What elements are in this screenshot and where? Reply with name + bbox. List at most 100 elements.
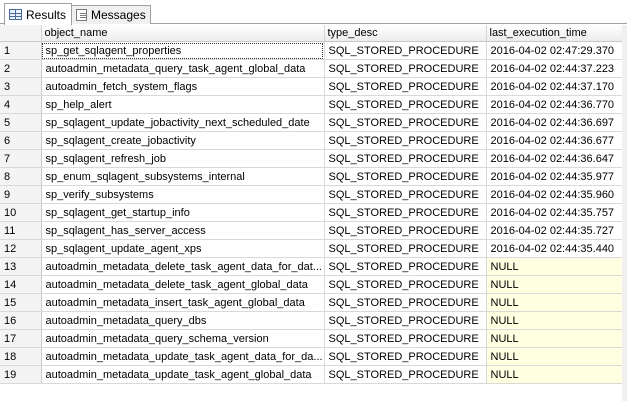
type-desc-cell[interactable]: SQL_STORED_PROCEDURE [324,257,487,276]
row-number-cell[interactable]: 16 [0,311,42,330]
row-number-cell[interactable]: 4 [0,95,42,114]
object-name-cell[interactable]: autoadmin_metadata_update_task_agent_glo… [41,365,325,384]
table-row[interactable]: 13 autoadmin_metadata_delete_task_agent_d… [0,257,623,276]
table-row[interactable]: 6 sp_sqlagent_create_jobactivity SQL_STORE… [0,131,623,150]
row-number-cell[interactable]: 9 [0,185,42,204]
table-row[interactable]: 1 sp_get_sqlagent_properties SQL_STORED_PR… [0,41,623,60]
type-desc-cell[interactable]: SQL_STORED_PROCEDURE [324,149,487,168]
last-execution-time-cell[interactable]: 2016-04-02 02:44:35.960 [486,185,623,204]
last-execution-time-cell[interactable]: 2016-04-02 02:44:36.647 [486,149,623,168]
type-desc-cell[interactable]: SQL_STORED_PROCEDURE [324,95,487,114]
table-row[interactable]: 9 sp_verify_subsystems SQL_STORED_PROCEDUR… [0,185,623,204]
object-name-cell[interactable]: autoadmin_metadata_query_schema_version [41,329,325,348]
last-execution-time-cell[interactable]: 2016-04-02 02:44:36.697 [486,113,623,132]
table-row[interactable]: 10 sp_sqlagent_get_startup_info SQL_STORED… [0,203,623,222]
type-desc-cell[interactable]: SQL_STORED_PROCEDURE [324,167,487,186]
results-grid[interactable]: object_name type_desc last_execution_tim… [0,25,627,401]
type-desc-cell[interactable]: SQL_STORED_PROCEDURE [324,131,487,150]
object-name-cell[interactable]: sp_sqlagent_create_jobactivity [41,131,325,150]
type-desc-cell[interactable]: SQL_STORED_PROCEDURE [324,203,487,222]
table-row[interactable]: 5 sp_sqlagent_update_jobactivity_next_sch… [0,113,623,132]
last-execution-time-cell[interactable]: 2016-04-02 02:44:35.727 [486,221,623,240]
type-desc-cell[interactable]: SQL_STORED_PROCEDURE [324,365,487,384]
table-row[interactable]: 14 autoadmin_metadata_delete_task_agent_g… [0,275,623,294]
object-name-cell[interactable]: sp_help_alert [41,95,325,114]
last-execution-time-cell[interactable]: 2016-04-02 02:44:36.677 [486,131,623,150]
object-name-cell[interactable]: sp_sqlagent_has_server_access [41,221,325,240]
row-number-cell[interactable]: 8 [0,167,42,186]
last-execution-time-cell[interactable]: NULL [486,365,623,384]
row-number-cell[interactable]: 3 [0,77,42,96]
table-row[interactable]: 15 autoadmin_metadata_insert_task_agent_g… [0,293,623,312]
type-desc-cell[interactable]: SQL_STORED_PROCEDURE [324,293,487,312]
tab-results[interactable]: Results [4,3,72,25]
row-number-cell[interactable]: 5 [0,113,42,132]
last-execution-time-cell[interactable]: NULL [486,257,623,276]
row-number-cell[interactable]: 14 [0,275,42,294]
object-name-cell[interactable]: autoadmin_metadata_update_task_agent_dat… [41,347,325,366]
type-desc-cell[interactable]: SQL_STORED_PROCEDURE [324,221,487,240]
type-desc-cell[interactable]: SQL_STORED_PROCEDURE [324,77,487,96]
row-number-cell[interactable]: 6 [0,131,42,150]
type-desc-cell[interactable]: SQL_STORED_PROCEDURE [324,239,487,258]
object-name-cell[interactable]: sp_sqlagent_update_agent_xps [41,239,325,258]
object-name-cell[interactable]: autoadmin_fetch_system_flags [41,77,325,96]
table-row[interactable]: 12 sp_sqlagent_update_agent_xps SQL_STORED… [0,239,623,258]
type-desc-cell[interactable]: SQL_STORED_PROCEDURE [324,59,487,78]
row-number-cell[interactable]: 18 [0,347,42,366]
object-name-cell[interactable]: sp_sqlagent_update_jobactivity_next_sche… [41,113,325,132]
last-execution-time-cell[interactable]: NULL [486,347,623,366]
last-execution-time-cell[interactable]: 2016-04-02 02:44:35.977 [486,167,623,186]
last-execution-time-cell[interactable]: NULL [486,275,623,294]
row-number-cell[interactable]: 12 [0,239,42,258]
row-number-header[interactable] [0,25,42,42]
object-name-cell[interactable]: sp_sqlagent_get_startup_info [41,203,325,222]
type-desc-cell[interactable]: SQL_STORED_PROCEDURE [324,311,487,330]
row-number-cell[interactable]: 17 [0,329,42,348]
object-name-cell[interactable]: autoadmin_metadata_insert_task_agent_glo… [41,293,325,312]
table-row[interactable]: 16 autoadmin_metadata_query_dbs SQL_STORED… [0,311,623,330]
object-name-cell[interactable]: autoadmin_metadata_delete_task_agent_glo… [41,275,325,294]
column-header-object-name[interactable]: object_name [41,25,325,42]
column-header-type-desc[interactable]: type_desc [324,25,487,42]
object-name-cell[interactable]: autoadmin_metadata_query_task_agent_glob… [41,59,325,78]
table-row[interactable]: 3 autoadmin_fetch_system_flags SQL_STORED_… [0,77,623,96]
object-name-cell[interactable]: sp_enum_sqlagent_subsystems_internal [41,167,325,186]
type-desc-cell[interactable]: SQL_STORED_PROCEDURE [324,329,487,348]
table-row[interactable]: 8 sp_enum_sqlagent_subsystems_internal SQL… [0,167,623,186]
row-number-cell[interactable]: 19 [0,365,42,384]
row-number-cell[interactable]: 2 [0,59,42,78]
object-name-cell[interactable]: autoadmin_metadata_query_dbs [41,311,325,330]
table-row[interactable]: 4 sp_help_alert SQL_STORED_PROCEDURE 2016-0… [0,95,623,114]
object-name-cell[interactable]: sp_sqlagent_refresh_job [41,149,325,168]
last-execution-time-cell[interactable]: 2016-04-02 02:44:35.757 [486,203,623,222]
object-name-cell[interactable]: autoadmin_metadata_delete_task_agent_dat… [41,257,325,276]
table-row[interactable]: 19 autoadmin_metadata_update_task_agent_g… [0,365,623,384]
row-number-cell[interactable]: 7 [0,149,42,168]
type-desc-cell[interactable]: SQL_STORED_PROCEDURE [324,113,487,132]
row-number-cell[interactable]: 10 [0,203,42,222]
object-name-cell[interactable]: sp_verify_subsystems [41,185,325,204]
object-name-cell[interactable]: sp_get_sqlagent_properties [41,41,325,60]
type-desc-cell[interactable]: SQL_STORED_PROCEDURE [324,275,487,294]
table-row[interactable]: 2 autoadmin_metadata_query_task_agent_glo… [0,59,623,78]
type-desc-cell[interactable]: SQL_STORED_PROCEDURE [324,347,487,366]
table-row[interactable]: 18 autoadmin_metadata_update_task_agent_d… [0,347,623,366]
last-execution-time-cell[interactable]: NULL [486,311,623,330]
tab-messages[interactable]: Messages [71,5,151,24]
row-number-cell[interactable]: 15 [0,293,42,312]
table-row[interactable]: 17 autoadmin_metadata_query_schema_versio… [0,329,623,348]
type-desc-cell[interactable]: SQL_STORED_PROCEDURE [324,41,487,60]
row-number-cell[interactable]: 11 [0,221,42,240]
table-row[interactable]: 7 sp_sqlagent_refresh_job SQL_STORED_PROCE… [0,149,623,168]
last-execution-time-cell[interactable]: NULL [486,293,623,312]
last-execution-time-cell[interactable]: NULL [486,329,623,348]
last-execution-time-cell[interactable]: 2016-04-02 02:47:29.370 [486,41,623,60]
last-execution-time-cell[interactable]: 2016-04-02 02:44:35.440 [486,239,623,258]
column-header-last-execution-time[interactable]: last_execution_time [486,25,623,42]
type-desc-cell[interactable]: SQL_STORED_PROCEDURE [324,185,487,204]
last-execution-time-cell[interactable]: 2016-04-02 02:44:37.223 [486,59,623,78]
last-execution-time-cell[interactable]: 2016-04-02 02:44:36.770 [486,95,623,114]
table-row[interactable]: 11 sp_sqlagent_has_server_access SQL_STORE… [0,221,623,240]
row-number-cell[interactable]: 1 [0,41,42,60]
